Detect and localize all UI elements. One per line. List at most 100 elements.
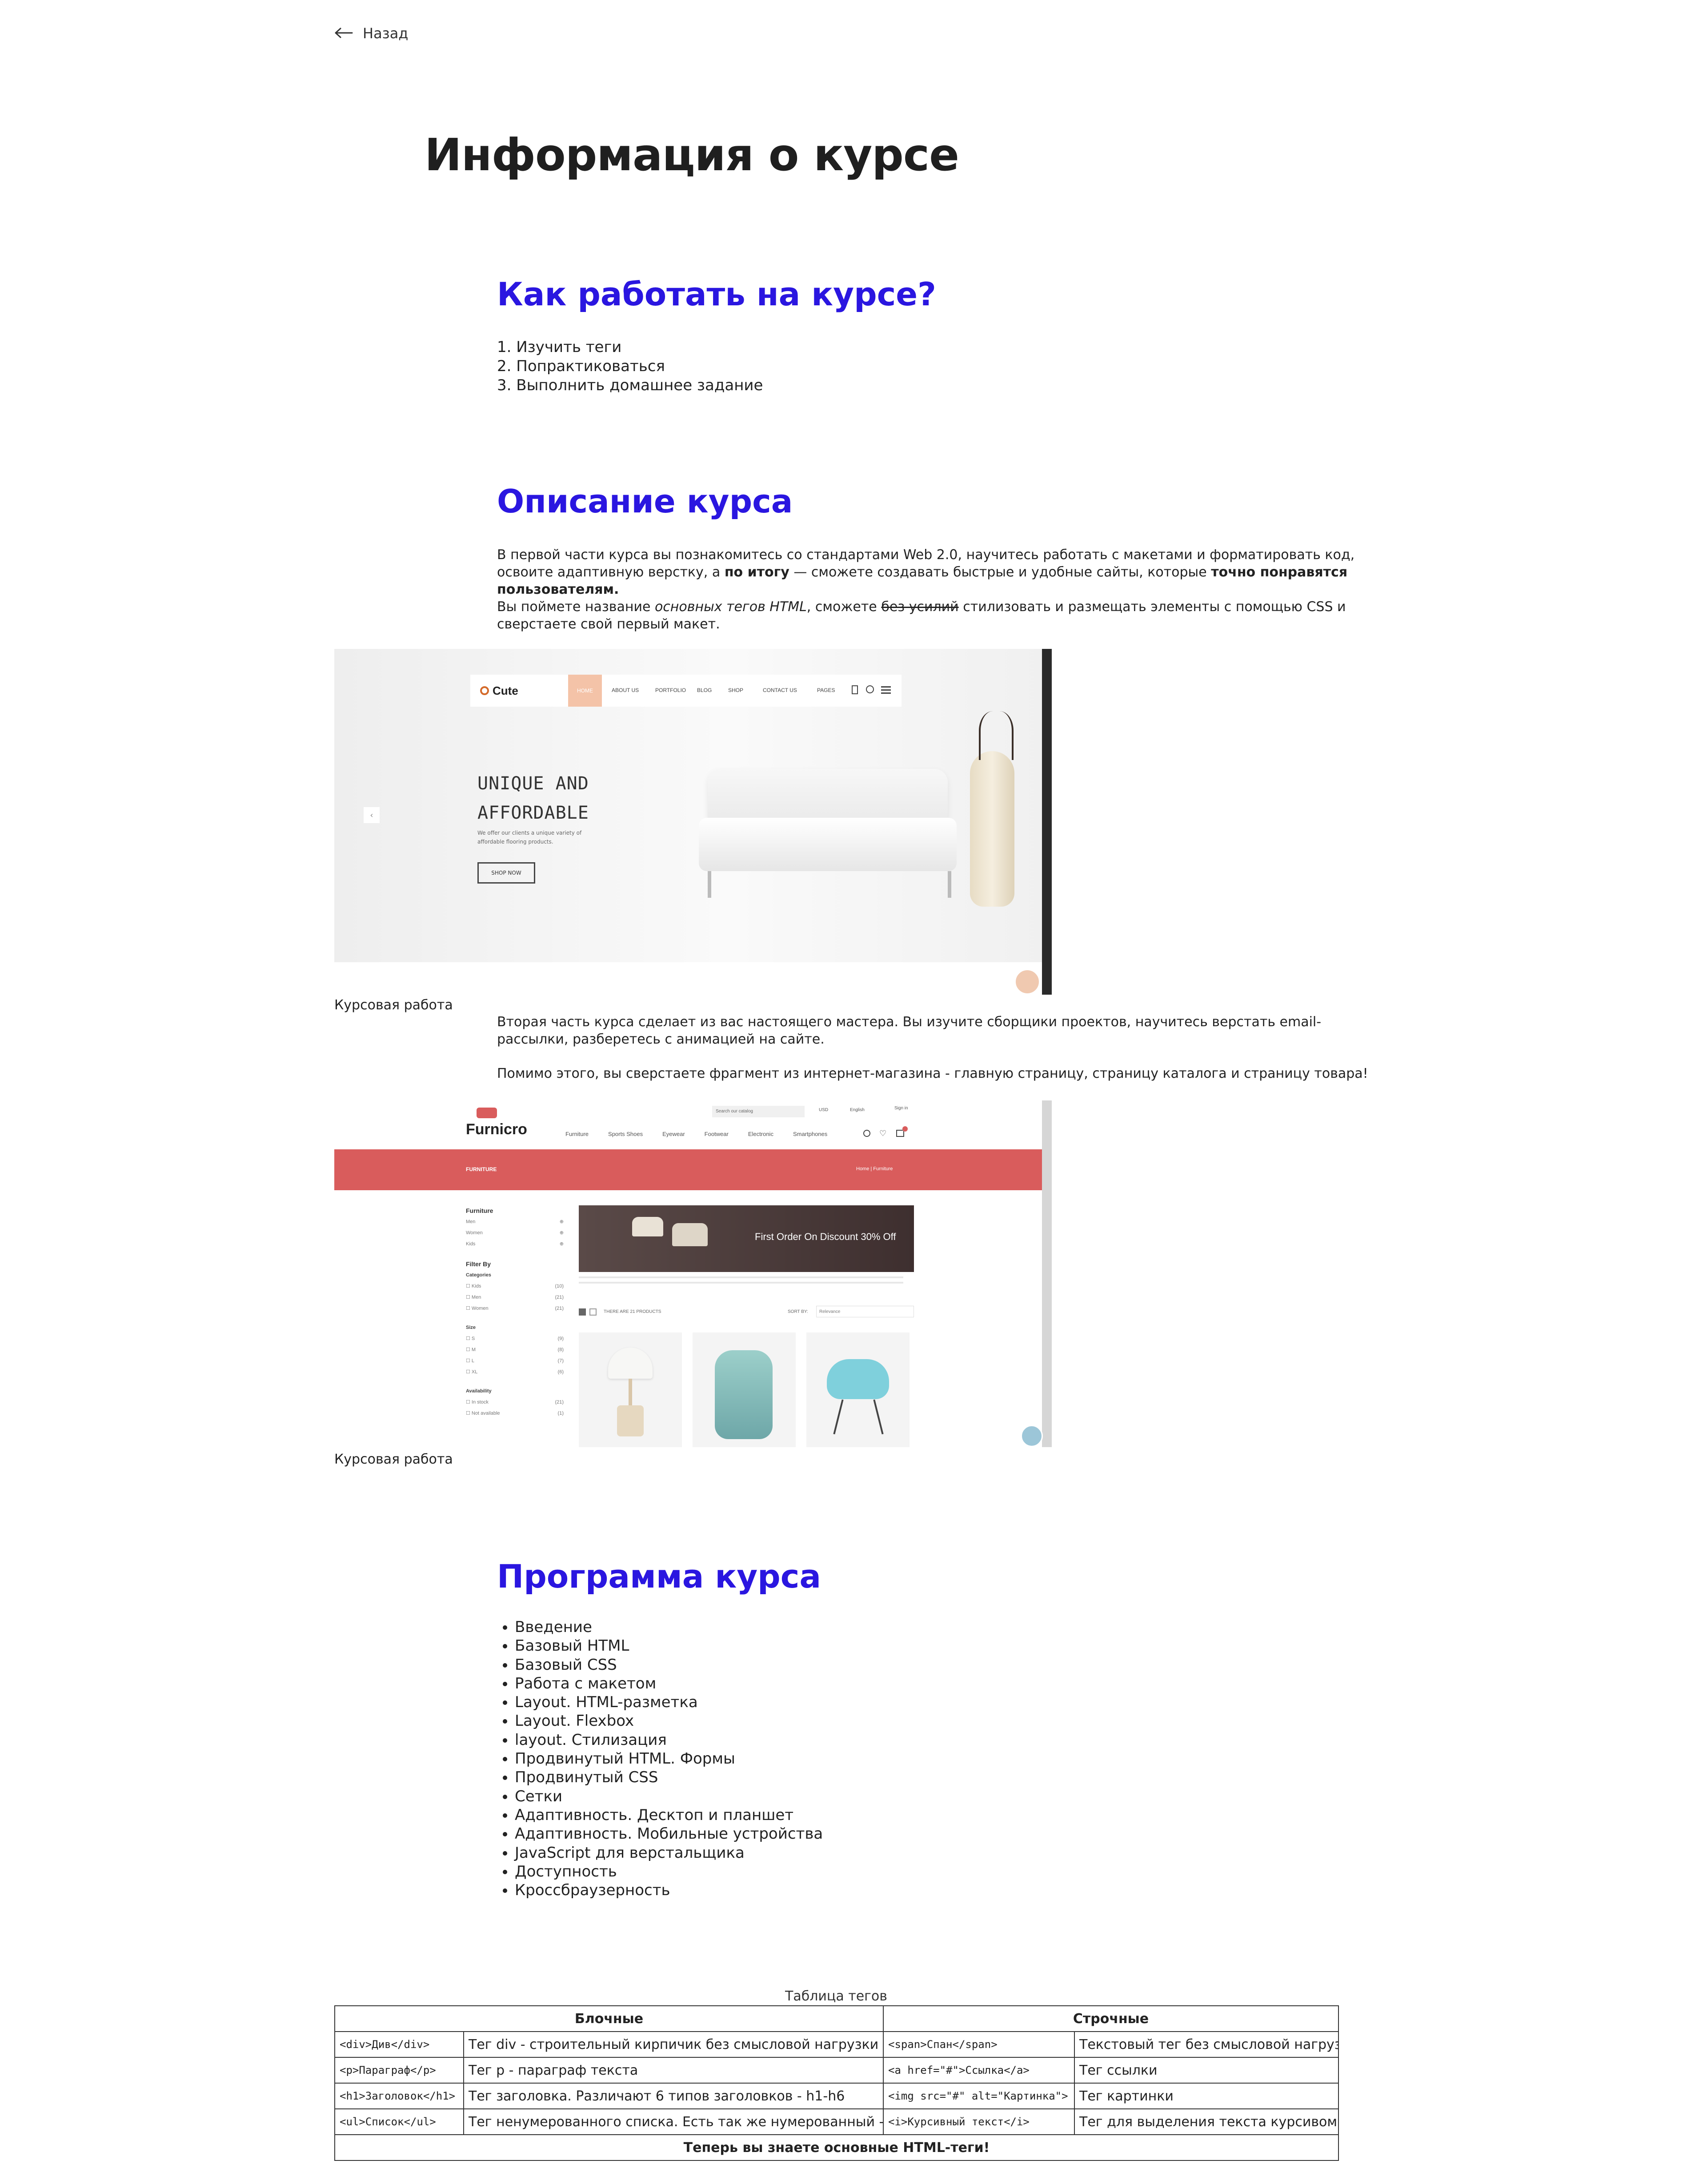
branches-image <box>979 711 1014 760</box>
program-item: Адаптивность. Десктоп и планшет <box>515 1806 823 1824</box>
program-item: Введение <box>515 1618 823 1636</box>
product-card[interactable] <box>806 1332 910 1447</box>
furnicro-nav-item[interactable]: Footwear <box>705 1131 729 1137</box>
furnicro-nav-item[interactable]: Smartphones <box>793 1131 827 1137</box>
cart-count-badge <box>902 1126 908 1132</box>
filter-label: XL <box>471 1369 478 1375</box>
furnicro-search-input[interactable]: Search our catalog <box>712 1106 805 1117</box>
table-header-inline: Строчные <box>882 2005 1339 2032</box>
table-header-row: Блочные Строчные <box>334 2005 1339 2032</box>
lamp-image <box>672 1223 708 1246</box>
avatar[interactable] <box>1014 969 1040 995</box>
grid-view-icon[interactable] <box>579 1308 586 1316</box>
product-card[interactable] <box>579 1332 682 1447</box>
chair-leg <box>873 1399 884 1435</box>
image-caption-2: Курсовая работа <box>334 1452 453 1467</box>
list-view-icon[interactable] <box>589 1308 597 1316</box>
filter-checkbox[interactable]: ☐ Kids (10) <box>466 1281 564 1292</box>
vase-image <box>970 751 1014 907</box>
product-card[interactable] <box>693 1332 796 1447</box>
filter-count: (8) <box>557 1347 564 1352</box>
filter-label: M <box>471 1347 476 1352</box>
filter-checkbox[interactable]: ☐ M (8) <box>466 1344 564 1356</box>
search-icon[interactable] <box>866 685 874 693</box>
sidebar-item[interactable]: Women ⊕ <box>466 1228 564 1239</box>
filter-title: Filter By <box>466 1260 491 1268</box>
table-cell-code: <img src="#" alt="Картинка"> <box>883 2083 1075 2109</box>
signin-link[interactable]: Sign in <box>894 1106 908 1111</box>
cute-nav-item[interactable]: SHOP <box>728 687 743 693</box>
filter-count: (21) <box>555 1306 564 1311</box>
cart-icon[interactable] <box>852 685 858 694</box>
text: , сможете <box>806 599 882 615</box>
cute-nav-item[interactable]: CONTACT US <box>763 687 797 693</box>
filter-checkbox[interactable]: ☐ Men (21) <box>466 1292 564 1303</box>
how-to-step: 1. Изучить теги <box>497 338 622 356</box>
text: — сможете создавать быстрые и удобные са… <box>789 564 1211 580</box>
furnicro-nav-item[interactable]: Electronic <box>748 1131 773 1137</box>
cute-nav-home[interactable]: HOME <box>568 675 602 707</box>
menu-icon[interactable] <box>881 686 891 688</box>
chevron-left-icon[interactable]: ‹ <box>364 807 380 823</box>
description-paragraph-1: В первой части курса вы познакомитесь со… <box>497 546 1386 598</box>
promo-banner[interactable]: First Order On Discount 30% Off <box>579 1205 914 1272</box>
how-to-step: 3. Выполнить домашнее задание <box>497 376 763 394</box>
sidebar-item-label: Women <box>466 1230 483 1236</box>
table-cell-code: <a href="#">Ссылка</a> <box>883 2057 1075 2084</box>
filter-checkbox[interactable]: ☐ Women (21) <box>466 1303 564 1314</box>
furnicro-breadcrumb[interactable]: Home | Furniture <box>856 1166 893 1172</box>
bold-text: по итогу <box>724 564 789 580</box>
cute-shop-now-button[interactable]: SHOP NOW <box>477 862 535 884</box>
sofa-seat <box>699 818 957 871</box>
sofa-logo-icon <box>477 1108 497 1118</box>
filter-count: (21) <box>555 1400 564 1405</box>
cute-navbar: Cute HOME ABOUT US PORTFOLIO BLOG SHOP C… <box>470 675 902 707</box>
furnicro-nav-item[interactable]: Sports Shoes <box>608 1131 643 1137</box>
currency-select[interactable]: USD <box>819 1108 828 1112</box>
filter-checkbox[interactable]: ☐ L (7) <box>466 1356 564 1367</box>
table-footer-row: Теперь вы знаете основные HTML-теги! <box>334 2134 1339 2161</box>
banner-title: FURNITURE <box>466 1166 497 1172</box>
language-select[interactable]: English <box>850 1108 865 1112</box>
program-item: Базовый HTML <box>515 1636 823 1655</box>
promo-text: First Order On Discount 30% Off <box>755 1231 896 1242</box>
sidebar-item[interactable]: Kids ⊕ <box>466 1239 564 1250</box>
furnicro-nav: Furniture Sports Shoes Eyewear Footwear … <box>565 1131 827 1137</box>
table-cell: Тег div - строительный кирпичик без смыс… <box>463 2031 884 2058</box>
avatar[interactable] <box>1021 1425 1043 1447</box>
filter-label: Men <box>471 1295 481 1300</box>
sidebar-title: Furniture <box>466 1207 493 1214</box>
filter-count: (1) <box>557 1411 564 1416</box>
cute-nav-item[interactable]: BLOG <box>697 687 712 693</box>
heart-icon[interactable]: ♡ <box>879 1129 886 1138</box>
availability-title: Availability <box>466 1388 492 1394</box>
filter-checkbox[interactable]: ☐ XL (6) <box>466 1367 564 1378</box>
filter-checkbox[interactable]: ☐ In stock (21) <box>466 1397 564 1408</box>
program-item: Layout. HTML-разметка <box>515 1693 823 1712</box>
cute-nav-item[interactable]: ABOUT US <box>612 687 639 693</box>
back-link[interactable]: Назад <box>334 25 408 42</box>
italic-text: основных тегов HTML <box>654 599 807 615</box>
program-item: layout. Стилизация <box>515 1731 823 1749</box>
cute-logo-icon <box>480 686 489 695</box>
sidebar-item[interactable]: Men ⊕ <box>466 1216 564 1228</box>
table-cell-code: <h1>Заголовок</h1> <box>334 2083 464 2109</box>
filter-checkbox[interactable]: ☐ Not available (1) <box>466 1408 564 1419</box>
hero-sub-line: We offer our clients a unique variety of <box>477 830 582 836</box>
furnicro-nav-item[interactable]: Furniture <box>565 1131 589 1137</box>
filter-checkbox[interactable]: ☐ S (9) <box>466 1333 564 1344</box>
description-paragraph-2: Вы поймете название основных тегов HTML,… <box>497 598 1386 633</box>
product-image-lamp-base <box>617 1405 644 1436</box>
sort-select[interactable]: Relevance <box>816 1306 914 1317</box>
text: Вы поймете название <box>497 599 655 615</box>
table-row: <ul>Список</ul> Тег ненумерованного спис… <box>334 2108 1339 2135</box>
furnicro-nav-item[interactable]: Eyewear <box>662 1131 685 1137</box>
how-to-steps: 1. Изучить теги 2. Попрактиковаться 3. В… <box>497 338 763 395</box>
back-label: Назад <box>363 25 409 42</box>
table-row: <div>Див</div> Тег div - строительный ки… <box>334 2031 1339 2058</box>
product-image-lamp-stem <box>629 1379 632 1405</box>
cute-nav-item[interactable]: PORTFOLIO <box>655 687 686 693</box>
compare-icon[interactable] <box>863 1130 870 1137</box>
chair-leg <box>833 1399 844 1435</box>
cute-nav-item[interactable]: PAGES <box>817 687 835 693</box>
